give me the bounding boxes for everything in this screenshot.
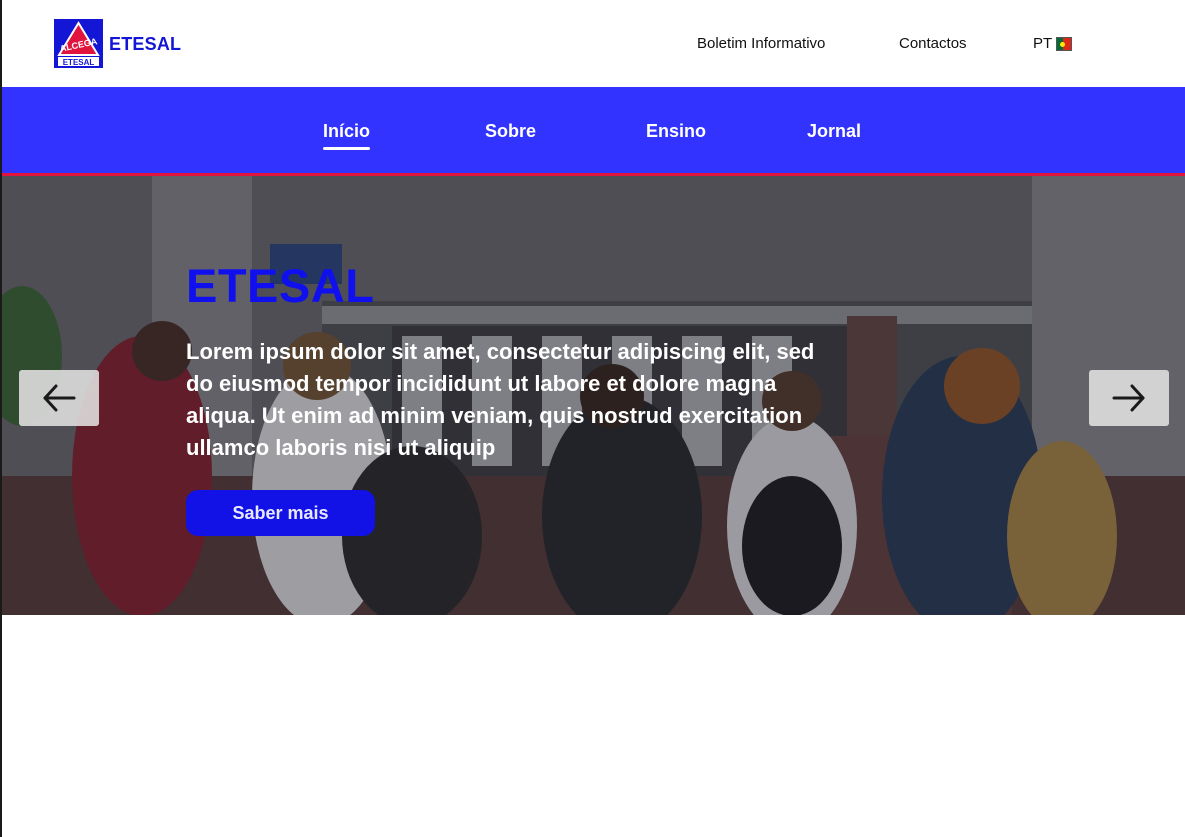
logo-emblem-icon: ALCEGA ETESAL	[54, 19, 103, 68]
language-label: PT	[1033, 35, 1053, 52]
arrow-left-icon	[43, 384, 76, 412]
nav-item-jornal[interactable]: Jornal	[807, 121, 861, 142]
page: ALCEGA ETESAL ETESAL Boletim Informativo…	[0, 0, 1185, 837]
arrow-right-icon	[1112, 384, 1145, 412]
nav-item-inicio[interactable]: Início	[323, 121, 371, 150]
language-selector[interactable]: PT	[1033, 35, 1073, 52]
nav-item-sobre[interactable]: Sobre	[485, 121, 536, 142]
logo[interactable]: ALCEGA ETESAL	[54, 19, 103, 68]
contacts-link[interactable]: Contactos	[899, 35, 967, 52]
saber-mais-button[interactable]: Saber mais	[186, 490, 375, 536]
hero-description: Lorem ipsum dolor sit amet, consectetur …	[186, 339, 815, 460]
main-nav: Início Sobre Ensino Jornal	[2, 87, 1185, 176]
portugal-flag-icon	[1056, 36, 1073, 51]
brand-name[interactable]: ETESAL	[109, 34, 181, 55]
carousel-prev-button[interactable]	[19, 370, 99, 426]
top-header: ALCEGA ETESAL ETESAL Boletim Informativo…	[2, 0, 1185, 87]
nav-item-ensino[interactable]: Ensino	[646, 121, 706, 142]
hero-title: ETESAL	[186, 259, 375, 312]
svg-text:ETESAL: ETESAL	[63, 58, 95, 67]
newsletter-link[interactable]: Boletim Informativo	[697, 35, 825, 52]
hero-carousel: ETESAL Lorem ipsum dolor sit amet, conse…	[2, 176, 1185, 615]
carousel-next-button[interactable]	[1089, 370, 1169, 426]
